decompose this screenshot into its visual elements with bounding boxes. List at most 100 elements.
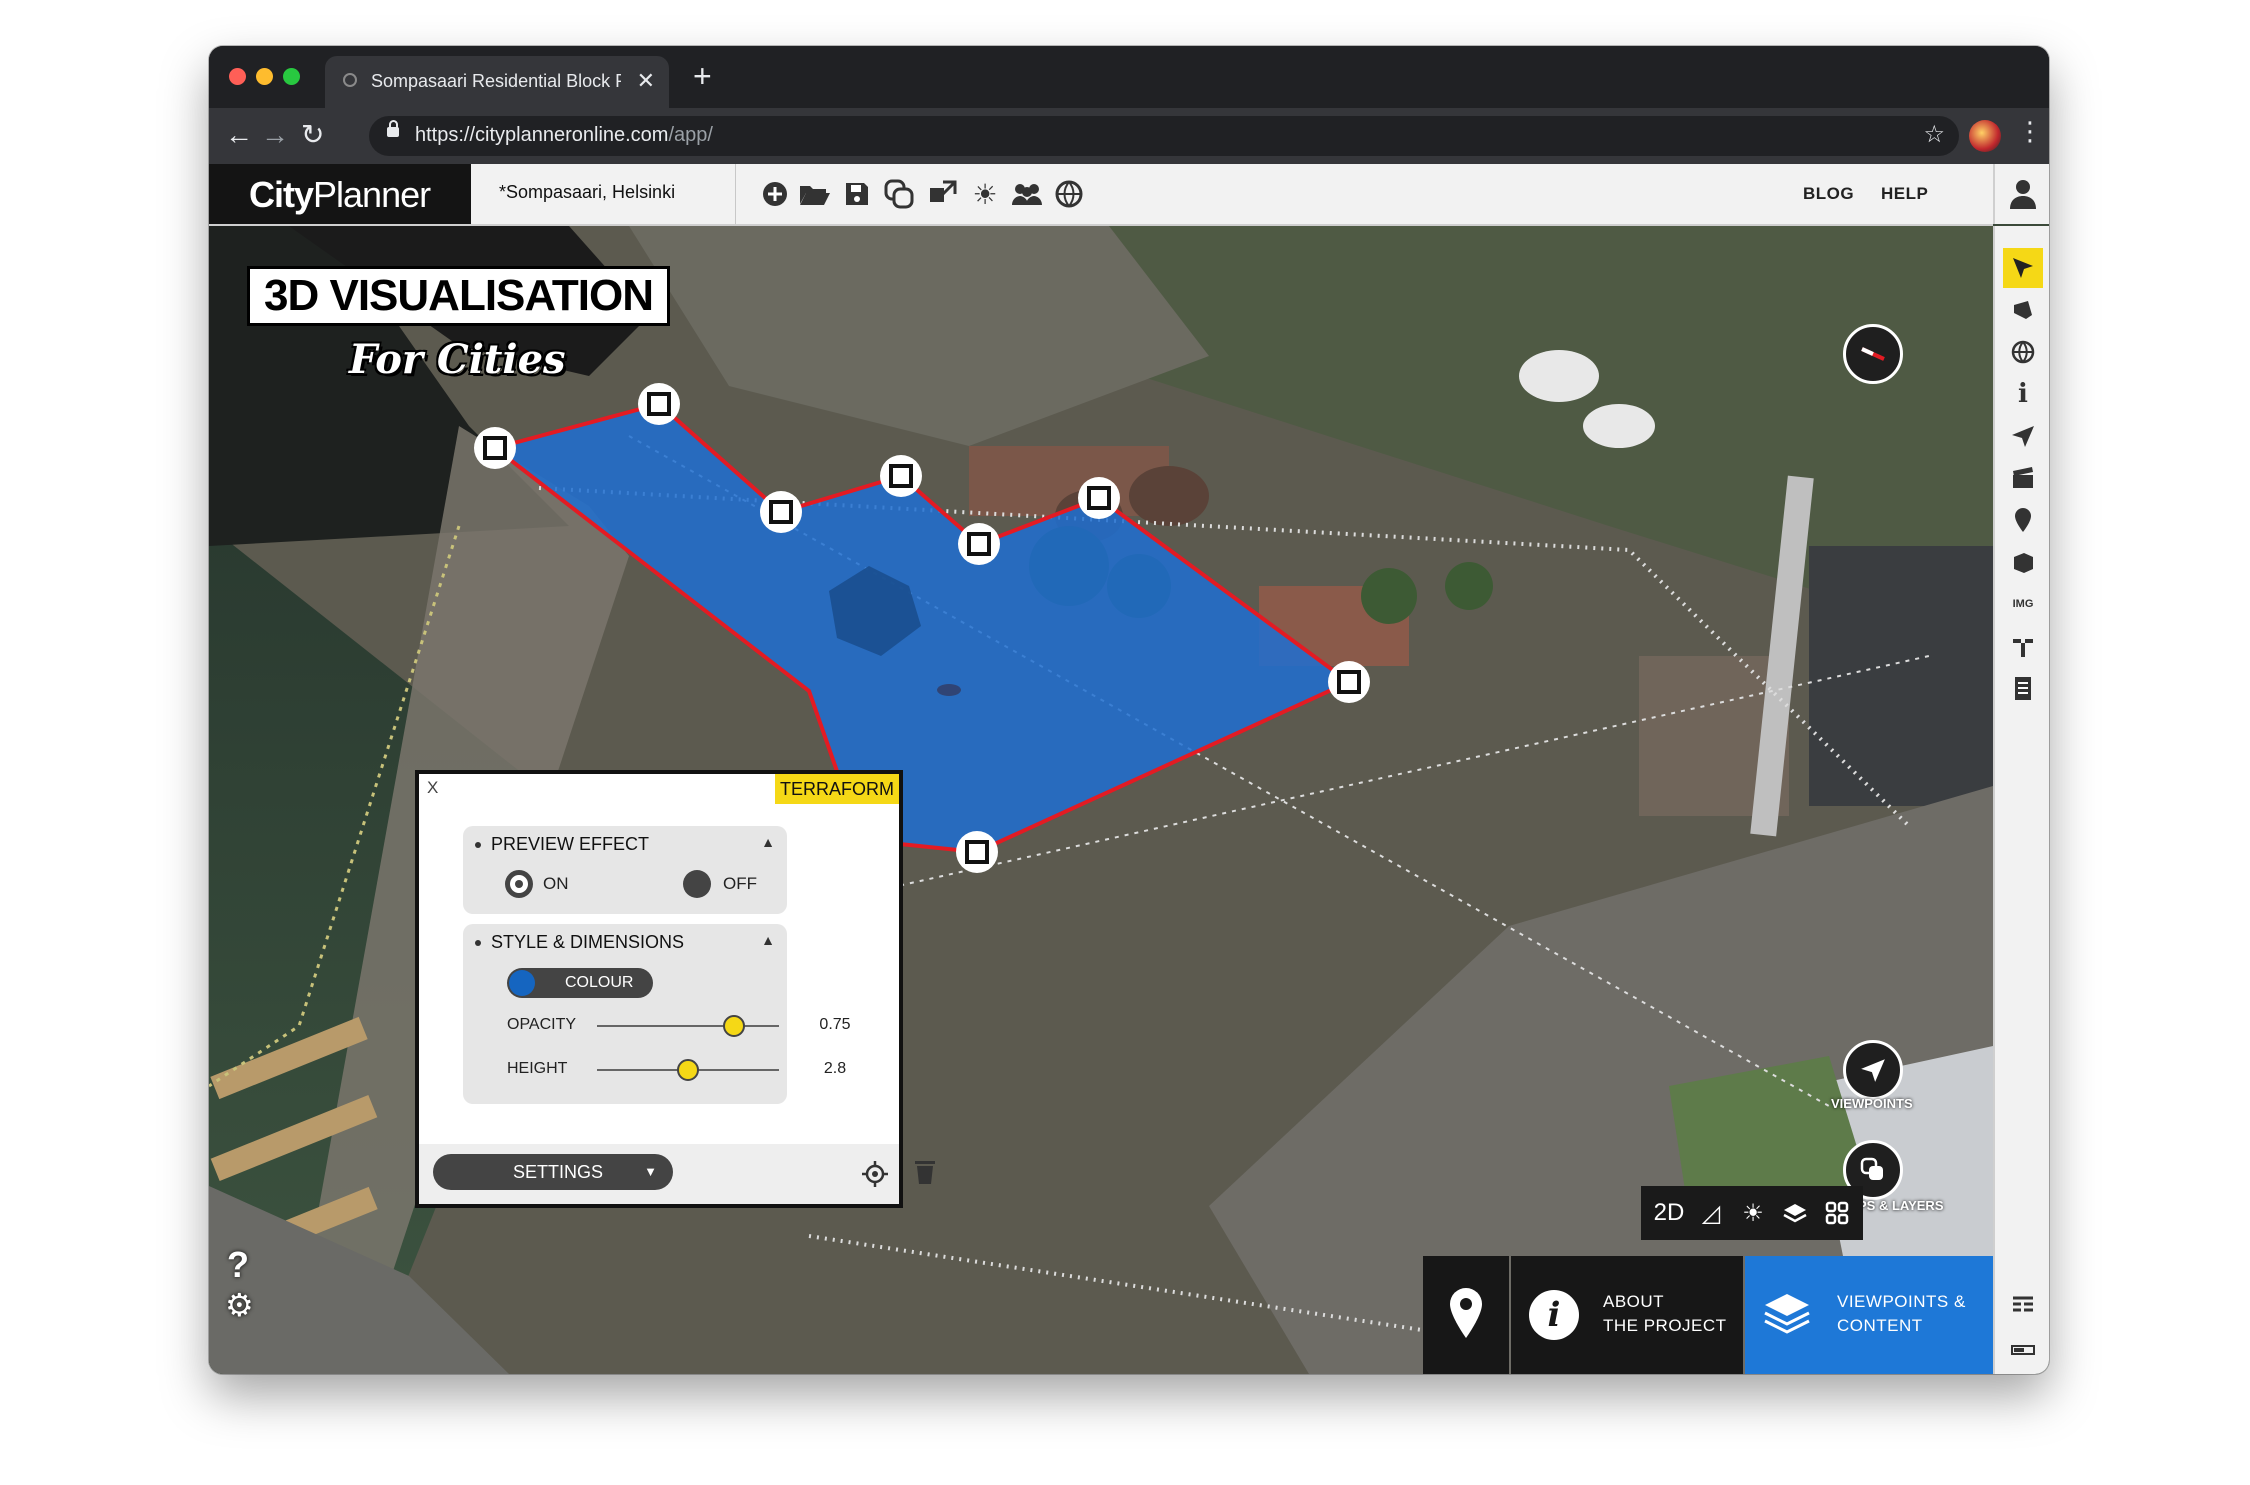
project-name[interactable]: *Sompasaari, Helsinki (499, 182, 675, 203)
browser-window: Sompasaari Residential Block P ✕ + ← → ↻… (209, 46, 2049, 1374)
layers-icon[interactable] (1775, 1194, 1815, 1232)
cube-icon[interactable] (2003, 542, 2043, 582)
height-value-field[interactable]: 2.8 (799, 1054, 871, 1084)
colour-button[interactable]: COLOUR (507, 968, 653, 998)
vertex-handle (956, 831, 998, 873)
cityplanner-app: CityPlanner *Sompasaari, Helsinki ☀ BLOG… (209, 164, 2049, 1374)
logo-bold: City (249, 174, 314, 215)
collapse-icon[interactable] (2003, 1330, 2043, 1370)
section-bullet (475, 842, 481, 848)
dropdown-caret-icon: ▼ (644, 1164, 657, 1179)
tab-strip: Sompasaari Residential Block P ✕ + (209, 46, 2049, 108)
height-slider[interactable] (597, 1059, 779, 1081)
bookmark-star-icon[interactable]: ☆ (1923, 120, 1945, 149)
open-folder-icon[interactable] (797, 176, 833, 212)
forward-arrow-icon[interactable]: → (261, 118, 289, 152)
viewpoints-label: VIEWPOINTS (1831, 1096, 1913, 1111)
location-pin-icon (1450, 1288, 1482, 1338)
globe-icon[interactable] (2003, 332, 2043, 372)
minimize-window-button[interactable] (256, 68, 273, 85)
tab-close-icon[interactable]: ✕ (637, 68, 655, 94)
back-arrow-icon[interactable]: ← (225, 118, 253, 152)
browser-tab[interactable]: Sompasaari Residential Block P ✕ (325, 56, 669, 108)
add-icon[interactable] (757, 176, 793, 212)
user-account-button[interactable] (1993, 164, 2049, 224)
vertex-handle (1328, 661, 1370, 703)
copy-icon (1860, 1157, 1883, 1180)
mode-2d-button[interactable]: 2D (1649, 1194, 1689, 1232)
trash-icon[interactable] (913, 1158, 939, 1188)
section-bullet (475, 940, 481, 946)
compass-button[interactable] (1843, 324, 1903, 384)
collapse-caret-icon[interactable]: ▲ (761, 932, 775, 948)
about-line-1: ABOUT (1603, 1292, 1665, 1311)
vertex-handle (958, 523, 1000, 565)
clapper-icon[interactable] (2003, 458, 2043, 498)
gear-icon[interactable]: ⚙ (225, 1286, 254, 1324)
pin-icon[interactable] (2003, 500, 2043, 540)
help-button[interactable]: ? (227, 1244, 249, 1286)
settings-dropdown[interactable]: SETTINGS ▼ (433, 1154, 673, 1190)
cursor-icon[interactable] (2003, 248, 2043, 288)
opacity-label: OPACITY (507, 1016, 577, 1033)
panel-close-button[interactable]: X (427, 778, 438, 798)
opacity-value-field[interactable]: 0.75 (799, 1010, 871, 1040)
location-button[interactable] (1423, 1256, 1509, 1374)
opacity-slider[interactable] (597, 1015, 779, 1037)
send-icon[interactable] (2003, 416, 2043, 456)
style-dimensions-title[interactable]: STYLE & DIMENSIONS (491, 932, 684, 953)
cityplanner-logo[interactable]: CityPlanner (209, 164, 471, 224)
colour-swatch (509, 970, 535, 996)
info-icon[interactable]: i (2003, 374, 2043, 414)
viewpoints-button[interactable] (1843, 1040, 1903, 1100)
url-path: /app/ (668, 124, 713, 146)
height-slider-thumb[interactable] (677, 1059, 699, 1081)
favicon-icon (343, 73, 357, 87)
reload-icon[interactable]: ↻ (301, 118, 324, 152)
user-icon (2010, 180, 2036, 209)
profile-avatar[interactable] (1969, 120, 2001, 152)
tree-icon[interactable] (2003, 626, 2043, 666)
transform-icon[interactable] (925, 176, 961, 212)
sun-icon[interactable]: ☀ (1733, 1194, 1773, 1232)
brand-title: 3D VISUALISATION (247, 266, 671, 326)
browser-menu-icon[interactable]: ⋮ (2017, 116, 2043, 147)
layers-icon (1764, 1294, 1810, 1334)
preview-on-label: ON (543, 874, 569, 893)
measure-icon[interactable]: ◿ (1691, 1194, 1731, 1232)
close-window-button[interactable] (229, 68, 246, 85)
sun-icon[interactable]: ☀ (967, 176, 1003, 212)
header-divider (735, 164, 736, 224)
preview-off-radio[interactable] (683, 870, 711, 898)
globe-icon[interactable] (1051, 176, 1087, 212)
opacity-slider-thumb[interactable] (722, 1015, 745, 1037)
new-tab-button[interactable]: + (693, 58, 712, 94)
help-link[interactable]: HELP (1881, 184, 1928, 204)
colour-label: COLOUR (565, 974, 634, 991)
locate-icon[interactable] (861, 1160, 889, 1188)
vertex-handle (760, 491, 802, 533)
address-bar[interactable]: https://cityplanneronline.com/app/ ☆ (369, 116, 1959, 156)
vertex-handle (474, 427, 516, 469)
copy-icon[interactable] (881, 176, 917, 212)
preview-effect-title[interactable]: PREVIEW EFFECT (491, 834, 649, 855)
users-icon[interactable] (1009, 176, 1045, 212)
collapse-caret-icon[interactable]: ▲ (761, 834, 775, 850)
preview-on-radio[interactable] (505, 870, 533, 898)
viewpoints-content-button[interactable]: VIEWPOINTS & CONTENT (1745, 1256, 1993, 1374)
blog-link[interactable]: BLOG (1803, 184, 1854, 204)
save-icon[interactable] (839, 176, 875, 212)
panel-footer: SETTINGS ▼ (419, 1144, 935, 1204)
zoom-window-button[interactable] (283, 68, 300, 85)
image-icon[interactable]: IMG (2003, 584, 2043, 624)
info-icon: i (1529, 1290, 1579, 1340)
url-text[interactable]: https://cityplanneronline.com/app/ (415, 124, 713, 147)
grid-icon[interactable] (1817, 1194, 1857, 1232)
browser-toolbar: ← → ↻ https://cityplanneronline.com/app/… (209, 108, 2049, 164)
brand-subtitle: For Cities (349, 336, 566, 383)
about-project-button[interactable]: i ABOUT THE PROJECT (1511, 1256, 1743, 1374)
notes-icon[interactable] (2003, 668, 2043, 708)
tab-title: Sompasaari Residential Block P (371, 71, 621, 91)
draw-icon[interactable] (2003, 290, 2043, 330)
layout-icon[interactable] (2003, 1286, 2043, 1326)
